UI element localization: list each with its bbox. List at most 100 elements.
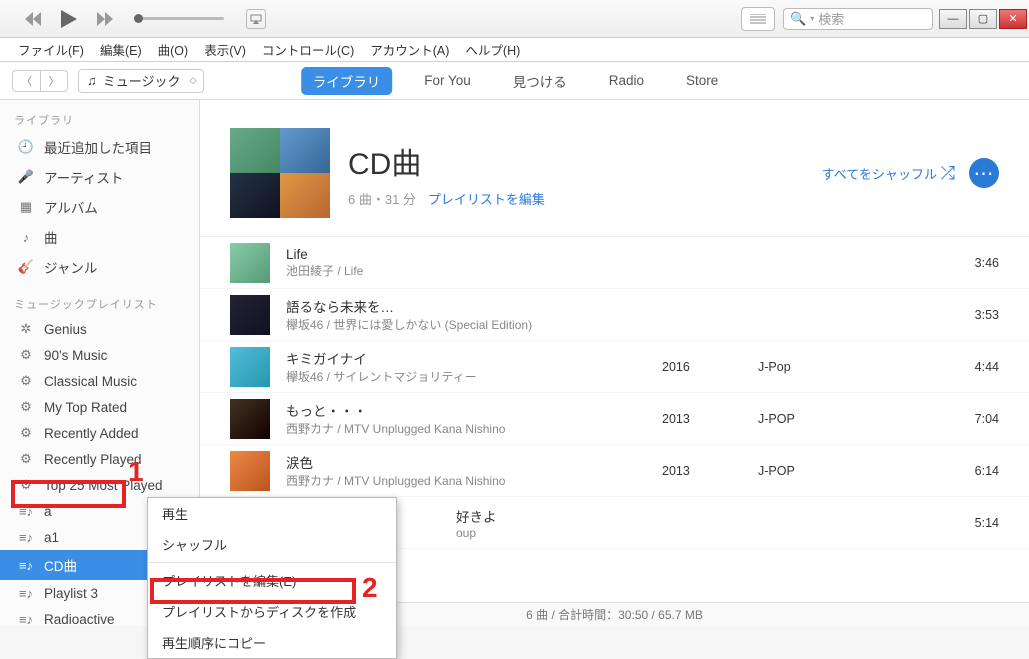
track-cover [230, 295, 270, 335]
sidebar-playlist-toprated[interactable]: ⚙My Top Rated [0, 394, 199, 420]
sidebar-section-playlists: ミュージックプレイリスト [0, 292, 199, 316]
track-year: 2013 [662, 464, 742, 478]
edit-playlist-link[interactable]: プレイリストを編集 [428, 189, 545, 208]
track-year: 2016 [662, 360, 742, 374]
sidebar-item-albums[interactable]: ▦アルバム [0, 192, 199, 222]
menu-song[interactable]: 曲(O) [152, 37, 195, 62]
prev-track-button[interactable] [18, 7, 48, 31]
track-genre: J-POP [758, 412, 858, 426]
music-note-icon: ♫ [87, 73, 97, 88]
maximize-button[interactable]: ▢ [969, 9, 997, 29]
track-genre: J-Pop [758, 360, 858, 374]
playlist-icon: ≡♪ [18, 585, 34, 601]
ctx-edit-playlist[interactable]: プレイリストを編集(E) [148, 565, 396, 596]
track-title: キミガイナイ [286, 348, 646, 368]
track-artist: 欅坂46 / サイレントマジョリティー [286, 368, 646, 385]
track-year: 2013 [662, 412, 742, 426]
ctx-burn-disc[interactable]: プレイリストからディスクを作成 [148, 596, 396, 627]
tab-library[interactable]: ライブラリ [301, 67, 393, 95]
nav-back-button[interactable]: 〈 [12, 70, 40, 92]
cover-art-stack [230, 128, 330, 218]
sidebar-item-songs[interactable]: ♪曲 [0, 222, 199, 252]
track-duration: 5:14 [949, 516, 999, 530]
gear-icon: ⚙ [18, 373, 34, 389]
menu-file[interactable]: ファイル(F) [12, 37, 90, 62]
media-type-selector[interactable]: ♫ ミュージック [78, 69, 204, 93]
airplay-button[interactable] [246, 9, 266, 29]
playlist-title: CD曲 [348, 139, 545, 183]
nav-forward-button[interactable]: 〉 [40, 70, 68, 92]
clock-icon: 🕘 [18, 139, 34, 155]
menu-control[interactable]: コントロール(C) [256, 37, 360, 62]
track-artist: 西野カナ / MTV Unplugged Kana Nishino [286, 420, 646, 437]
sidebar-playlist-top25[interactable]: ⚙Top 25 Most Played [0, 472, 199, 498]
list-view-button[interactable] [741, 7, 775, 31]
track-row[interactable]: Life池田綾子 / Life 3:46 [200, 237, 1029, 289]
track-cover [230, 347, 270, 387]
sidebar-item-recently-added[interactable]: 🕘最近追加した項目 [0, 132, 199, 162]
menu-edit[interactable]: 編集(E) [94, 37, 148, 62]
gear-icon: ⚙ [18, 399, 34, 415]
tab-discover[interactable]: 見つける [503, 65, 577, 97]
volume-slider[interactable] [134, 17, 224, 20]
tab-foryou[interactable]: For You [414, 67, 481, 94]
annotation-label-1: 1 [128, 456, 144, 488]
gear-icon: ⚙ [18, 477, 34, 493]
sidebar-playlist-classical[interactable]: ⚙Classical Music [0, 368, 199, 394]
ctx-shuffle[interactable]: シャッフル [148, 529, 396, 560]
track-row[interactable]: 語るなら未来を…欅坂46 / 世界には愛しかない (Special Editio… [200, 289, 1029, 341]
track-cover [230, 451, 270, 491]
track-row[interactable]: キミガイナイ欅坂46 / サイレントマジョリティー 2016 J-Pop 4:4… [200, 341, 1029, 393]
more-options-button[interactable]: ⋯ [969, 158, 999, 188]
track-duration: 3:53 [949, 308, 999, 322]
playlist-icon: ≡♪ [18, 529, 34, 545]
menubar: ファイル(F) 編集(E) 曲(O) 表示(V) コントロール(C) アカウント… [0, 38, 1029, 62]
track-duration: 4:44 [949, 360, 999, 374]
track-title: 涙色 [286, 452, 646, 472]
play-button[interactable] [54, 7, 84, 31]
ctx-copy-order[interactable]: 再生順序にコピー [148, 627, 396, 658]
playlist-subtitle: 6 曲・31 分 [348, 189, 416, 208]
sidebar-playlist-90s[interactable]: ⚙90's Music [0, 342, 199, 368]
ctx-play[interactable]: 再生 [148, 498, 396, 529]
minimize-button[interactable]: — [939, 9, 967, 29]
track-genre: J-POP [758, 464, 858, 478]
gear-icon: ⚙ [18, 347, 34, 363]
search-placeholder: 検索 [818, 9, 844, 28]
tab-radio[interactable]: Radio [599, 67, 654, 94]
gear-icon: ⚙ [18, 425, 34, 441]
gear-icon: ⚙ [18, 451, 34, 467]
sidebar-item-artists[interactable]: 🎤アーティスト [0, 162, 199, 192]
media-type-label: ミュージック [103, 71, 181, 90]
menu-help[interactable]: ヘルプ(H) [459, 37, 526, 62]
context-menu: 再生 シャッフル プレイリストを編集(E) プレイリストからディスクを作成 再生… [147, 497, 397, 659]
shuffle-icon: ⤮ [941, 163, 955, 183]
close-button[interactable]: ✕ [999, 9, 1027, 29]
track-row[interactable]: もっと・・・西野カナ / MTV Unplugged Kana Nishino … [200, 393, 1029, 445]
shuffle-all-link[interactable]: すべてをシャッフル ⤮ [822, 163, 955, 184]
next-track-button[interactable] [90, 7, 120, 31]
annotation-label-2: 2 [362, 572, 378, 604]
note-icon: ♪ [18, 229, 34, 245]
playlist-icon: ≡♪ [18, 503, 34, 519]
track-artist: 池田綾子 / Life [286, 262, 646, 279]
search-input[interactable]: 🔍▾ 検索 [783, 8, 933, 30]
track-row[interactable]: 涙色西野カナ / MTV Unplugged Kana Nishino 2013… [200, 445, 1029, 497]
track-title: 語るなら未来を… [286, 296, 646, 316]
titlebar: 🔍▾ 検索 — ▢ ✕ [0, 0, 1029, 38]
tab-store[interactable]: Store [676, 67, 728, 94]
sidebar-playlist-recadded[interactable]: ⚙Recently Added [0, 420, 199, 446]
sidebar-section-library: ライブラリ [0, 108, 199, 132]
track-artist: 欅坂46 / 世界には愛しかない (Special Edition) [286, 316, 646, 333]
sidebar-playlist-genius[interactable]: ✲Genius [0, 316, 199, 342]
track-duration: 3:46 [949, 256, 999, 270]
track-artist: 西野カナ / MTV Unplugged Kana Nishino [286, 472, 646, 489]
playlist-icon: ≡♪ [18, 557, 34, 573]
menu-account[interactable]: アカウント(A) [364, 37, 455, 62]
track-title: もっと・・・ [286, 400, 646, 420]
sidebar-playlist-recplayed[interactable]: ⚙Recently Played [0, 446, 199, 472]
track-duration: 7:04 [949, 412, 999, 426]
genius-icon: ✲ [18, 321, 34, 337]
menu-view[interactable]: 表示(V) [198, 37, 252, 62]
sidebar-item-genres[interactable]: 🎸ジャンル [0, 252, 199, 282]
